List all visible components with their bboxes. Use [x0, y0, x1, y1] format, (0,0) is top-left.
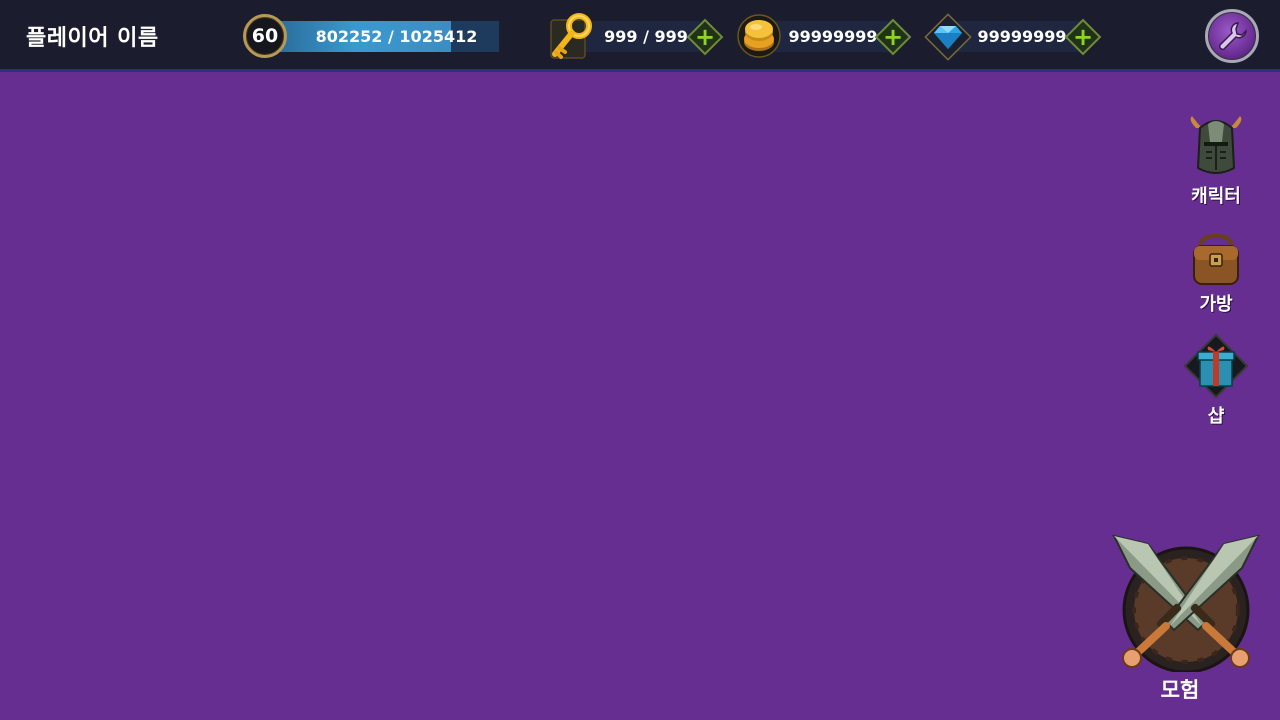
plus-icon: +: [1072, 22, 1094, 51]
sidebar-item-character[interactable]: 캐릭터: [1176, 114, 1256, 208]
sidebar-item-label: 샵: [1207, 406, 1225, 427]
adventure-label: 모험: [1160, 678, 1200, 702]
keys-counter: 999 / 999: [576, 21, 700, 52]
xp-text: 802252 / 1025412: [315, 27, 478, 46]
crossed-swords-shield-icon: [1112, 534, 1260, 672]
player-name[interactable]: 플레이어 이름: [26, 20, 159, 52]
adventure-button[interactable]: 모험: [1110, 530, 1262, 710]
gems-counter: 99999999: [955, 21, 1081, 52]
plus-icon: +: [694, 22, 716, 51]
knight-helmet-icon: [1190, 116, 1242, 174]
gold-coin-icon: [737, 14, 781, 62]
xp-bar: 802252 / 1025412: [278, 21, 499, 52]
sidebar-item-shop[interactable]: 샵: [1176, 332, 1256, 428]
top-bar: 플레이어 이름 802252 / 1025412 60 999 / 999 + …: [0, 0, 1280, 72]
backpack-icon: [1193, 233, 1239, 285]
level-badge: 60: [243, 14, 287, 58]
gold-value: 99999999: [788, 27, 878, 46]
diamond-icon: [924, 13, 972, 65]
key-icon: [547, 12, 593, 66]
sidebar-item-bag[interactable]: 가방: [1176, 232, 1256, 316]
wrench-icon: [1218, 22, 1247, 51]
sidebar-item-label: 캐릭터: [1191, 186, 1241, 207]
sidebar-item-label: 가방: [1199, 294, 1233, 315]
gift-box-icon: [1183, 333, 1249, 399]
settings-button[interactable]: [1205, 9, 1259, 63]
plus-icon: +: [882, 22, 904, 51]
keys-value: 999 / 999: [604, 27, 688, 46]
gems-value: 99999999: [977, 27, 1067, 46]
